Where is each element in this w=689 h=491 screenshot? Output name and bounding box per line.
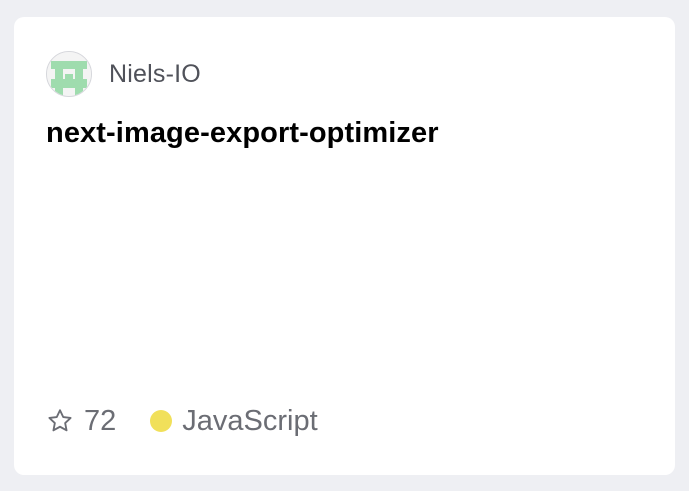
star-count: 72 <box>84 404 117 437</box>
stars-stat[interactable]: 72 <box>46 405 116 438</box>
star-icon <box>46 407 74 435</box>
repo-owner[interactable]: Niels-IO <box>46 50 201 98</box>
identicon-avatar-icon <box>47 52 91 96</box>
language-stat: JavaScript <box>150 404 318 438</box>
owner-name[interactable]: Niels-IO <box>109 60 201 89</box>
owner-avatar[interactable] <box>46 51 92 97</box>
language-name: JavaScript <box>182 404 318 437</box>
repo-title[interactable]: next-image-export-optimizer <box>46 117 439 150</box>
language-color-dot <box>150 410 173 432</box>
repo-meta: 72 JavaScript <box>46 401 318 441</box>
repo-card[interactable]: Niels-IO next-image-export-optimizer 72 … <box>14 17 675 475</box>
